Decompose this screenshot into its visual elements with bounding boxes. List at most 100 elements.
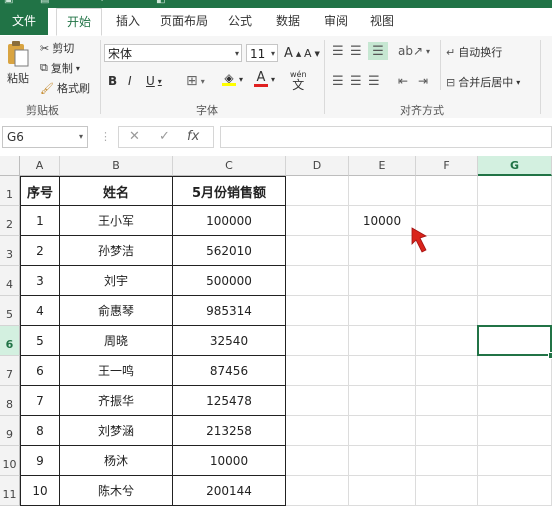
row-header-3[interactable]: 3 <box>0 236 20 266</box>
fill-handle[interactable] <box>548 352 552 359</box>
table-cell[interactable]: 9 <box>20 446 60 476</box>
italic-button[interactable]: I <box>128 74 132 88</box>
tab-data[interactable]: 数据 <box>266 8 310 35</box>
row-header-5[interactable]: 5 <box>0 296 20 326</box>
bold-button[interactable]: B <box>108 74 117 88</box>
cell[interactable] <box>478 176 552 206</box>
cell[interactable] <box>286 386 349 416</box>
table-cell[interactable]: 俞惠琴 <box>60 296 173 326</box>
row-header-9[interactable]: 9 <box>0 416 20 446</box>
cell[interactable] <box>478 296 552 326</box>
cell[interactable] <box>416 356 478 386</box>
table-cell[interactable]: 100000 <box>173 206 286 236</box>
cell[interactable] <box>416 176 478 206</box>
font-size-select[interactable]: 11 ▾ <box>246 44 278 62</box>
table-header-cell[interactable]: 序号 <box>20 176 60 206</box>
cell[interactable] <box>478 416 552 446</box>
table-cell[interactable]: 10000 <box>173 446 286 476</box>
row-header-2[interactable]: 2 <box>0 206 20 236</box>
cell[interactable] <box>349 236 416 266</box>
column-header-a[interactable]: A <box>20 156 60 176</box>
cell[interactable] <box>349 266 416 296</box>
align-bottom-button[interactable]: ☰ <box>368 42 388 60</box>
copy-button[interactable]: ⧉ 复制 ▾ <box>40 60 80 76</box>
grow-font-button[interactable]: A ▲ <box>284 46 301 61</box>
paste-button[interactable]: 粘贴 <box>6 40 30 86</box>
cell[interactable] <box>416 266 478 296</box>
cell[interactable] <box>286 356 349 386</box>
cell[interactable] <box>286 236 349 266</box>
active-cell-g6[interactable] <box>477 325 552 356</box>
preview-icon[interactable]: ◧ <box>156 0 165 5</box>
align-top-button[interactable]: ☰ <box>332 44 344 59</box>
column-header-c[interactable]: C <box>173 156 286 176</box>
underline-button[interactable]: U ▾ <box>146 74 162 88</box>
cell[interactable] <box>286 176 349 206</box>
decrease-indent-button[interactable]: ⇤ <box>398 74 408 88</box>
table-cell[interactable]: 87456 <box>173 356 286 386</box>
row-header-8[interactable]: 8 <box>0 386 20 416</box>
increase-indent-button[interactable]: ⇥ <box>418 74 428 88</box>
cell[interactable] <box>478 356 552 386</box>
cell[interactable] <box>416 296 478 326</box>
cell[interactable] <box>349 446 416 476</box>
table-cell[interactable]: 1 <box>20 206 60 236</box>
cell[interactable] <box>416 416 478 446</box>
cell[interactable] <box>416 386 478 416</box>
align-center-button[interactable]: ☰ <box>350 74 362 89</box>
table-cell[interactable]: 32540 <box>173 326 286 356</box>
cell[interactable] <box>286 446 349 476</box>
name-box[interactable]: G6 ▾ <box>2 126 88 148</box>
font-name-select[interactable]: 宋体 ▾ <box>104 44 242 62</box>
cell[interactable] <box>286 206 349 236</box>
table-cell[interactable]: 6 <box>20 356 60 386</box>
value-cell-e2[interactable]: 10000 <box>349 206 416 236</box>
table-cell[interactable]: 985314 <box>173 296 286 326</box>
cell[interactable] <box>349 356 416 386</box>
borders-button[interactable]: ⊞ ▾ <box>186 73 205 89</box>
table-cell[interactable]: 5 <box>20 326 60 356</box>
column-header-f[interactable]: F <box>416 156 478 176</box>
row-header-7[interactable]: 7 <box>0 356 20 386</box>
fill-color-button[interactable]: ◈ ▾ <box>222 72 243 86</box>
table-cell[interactable]: 562010 <box>173 236 286 266</box>
cell[interactable] <box>478 206 552 236</box>
cell[interactable] <box>349 326 416 356</box>
cell[interactable] <box>349 176 416 206</box>
cell[interactable] <box>349 416 416 446</box>
cell[interactable] <box>286 416 349 446</box>
table-header-cell[interactable]: 5月份销售额 <box>173 176 286 206</box>
cancel-icon[interactable]: ✕ <box>129 129 140 144</box>
enter-icon[interactable]: ✓ <box>159 129 170 144</box>
table-cell[interactable]: 孙梦洁 <box>60 236 173 266</box>
drag-handle-icon[interactable]: ⋮ <box>100 130 111 143</box>
column-header-e[interactable]: E <box>349 156 416 176</box>
tab-review[interactable]: 审阅 <box>314 8 358 35</box>
row-header-1[interactable]: 1 <box>0 176 20 206</box>
row-header-6[interactable]: 6 <box>0 326 20 356</box>
save-icon[interactable]: ▤ <box>40 0 49 5</box>
table-cell[interactable]: 王一鸣 <box>60 356 173 386</box>
table-cell[interactable]: 7 <box>20 386 60 416</box>
table-cell[interactable]: 刘宇 <box>60 266 173 296</box>
table-cell[interactable]: 500000 <box>173 266 286 296</box>
font-color-button[interactable]: A ▾ <box>254 71 275 87</box>
cell[interactable] <box>416 446 478 476</box>
table-cell[interactable]: 刘梦涵 <box>60 416 173 446</box>
row-header-10[interactable]: 10 <box>0 446 20 476</box>
table-cell[interactable]: 213258 <box>173 416 286 446</box>
column-header-b[interactable]: B <box>60 156 173 176</box>
tab-view[interactable]: 视图 <box>360 8 404 35</box>
select-all-corner[interactable] <box>0 156 20 176</box>
cell[interactable] <box>478 266 552 296</box>
table-cell[interactable]: 杨沐 <box>60 446 173 476</box>
align-right-button[interactable]: ☰ <box>368 74 380 89</box>
cell[interactable] <box>416 326 478 356</box>
table-cell[interactable]: 齐振华 <box>60 386 173 416</box>
table-cell[interactable]: 4 <box>20 296 60 326</box>
column-header-g[interactable]: G <box>478 156 552 176</box>
phonetic-button[interactable]: wén 文 <box>290 70 307 91</box>
shrink-font-button[interactable]: A ▼ <box>304 47 320 60</box>
table-cell[interactable]: 周晓 <box>60 326 173 356</box>
cut-button[interactable]: ✂ 剪切 <box>40 40 74 56</box>
